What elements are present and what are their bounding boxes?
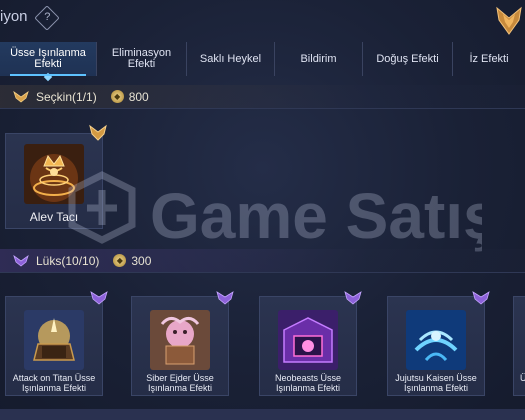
tab-teleport-effect[interactable]: Üsse Işınlanma Efekti [0, 42, 97, 76]
effect-name-line: Jujutsu Kaisen Üsse [395, 373, 477, 383]
tab-hidden-statue[interactable]: Saklı Heykel [187, 42, 275, 76]
rank-corner-icon [216, 291, 234, 305]
cyber-dragon-image [150, 310, 210, 370]
tab-label: Bildirim [300, 52, 337, 65]
section-label: Seçkin(1/1) [36, 89, 97, 104]
coin-icon: ◆ [113, 254, 127, 267]
tab-label: Doğuş Efekti [376, 52, 439, 65]
effect-card-partial[interactable]: Ü [513, 296, 525, 396]
effect-name-line: Ü [520, 373, 525, 383]
effect-name-line: Attack on Titan Üsse [12, 373, 96, 383]
tab-spawn-effect[interactable]: Doğuş Efekti [363, 42, 453, 76]
effect-card[interactable]: Attack on Titan Üsse Işınlanma Efekti [5, 291, 108, 396]
rank-corner-icon [89, 124, 107, 141]
tab-label: Efekti [34, 58, 62, 70]
section-label: Lüks(10/10) [36, 253, 100, 268]
tab-trail-effect[interactable]: İz Efekti [453, 42, 525, 76]
effect-card[interactable]: Siber Ejder Üsse Işınlanma Efekti [131, 291, 234, 396]
game-screen: iyon ? Üsse Işınlanma Efekti Eliminasyon E… [0, 0, 525, 420]
section-cost: 300 [131, 253, 152, 268]
effect-name: Neobeasts Üsse Işınlanma Efekti [260, 373, 356, 393]
attack-on-titan-image [24, 310, 84, 370]
watermark-logo: Game Satış [68, 171, 482, 252]
bottom-bar [0, 409, 525, 420]
section-header-lux: Lüks(10/10) ◆ 300 [0, 249, 525, 273]
watermark-text: Game Satış [150, 180, 482, 252]
effect-name: Jujutsu Kaisen Üsse Işınlanma Efekti [388, 373, 484, 393]
rank-corner-icon [472, 291, 490, 305]
tab-notification[interactable]: Bildirim [275, 42, 363, 76]
rank-corner-icon [344, 291, 362, 305]
gold-rank-icon [13, 90, 29, 103]
rank-corner-icon [90, 291, 108, 305]
neobeasts-image [278, 310, 338, 370]
effect-name-line: Işınlanma Efekti [403, 383, 469, 393]
tab-elimination-effect[interactable]: Eliminasyon Efekti [97, 42, 187, 76]
effect-name-line: Neobeasts Üsse [274, 373, 342, 383]
tab-label: Saklı Heykel [199, 52, 262, 65]
tab-bar: Üsse Işınlanma Efekti Eliminasyon Efekti S… [0, 42, 525, 76]
question-icon[interactable]: ? [34, 5, 60, 31]
effect-name: Attack on Titan Üsse Işınlanma Efekti [6, 373, 102, 393]
section-cost: 800 [128, 89, 149, 104]
tab-label: İz Efekti [469, 52, 509, 65]
effect-name: Siber Ejder Üsse Işınlanma Efekti [132, 373, 228, 393]
effect-card[interactable]: Neobeasts Üsse Işınlanma Efekti [259, 291, 362, 396]
jujutsu-kaisen-image [406, 310, 466, 370]
tab-label: Efekti [127, 58, 156, 70]
effect-name-line: Işınlanma Efekti [147, 383, 213, 393]
purple-rank-icon [13, 254, 29, 267]
effect-card[interactable]: Jujutsu Kaisen Üsse Işınlanma Efekti [387, 291, 490, 396]
rank-emblem-icon[interactable] [495, 4, 523, 40]
section-header-secret: Seçkin(1/1) ◆ 800 [0, 85, 525, 109]
effect-name-line: Siber Ejder Üsse [146, 373, 214, 383]
coin-icon: ◆ [110, 90, 124, 103]
page-title: iyon [0, 8, 28, 25]
effect-name-line: Işınlanma Efekti [21, 383, 87, 393]
effect-name-line: Işınlanma Efekti [275, 383, 341, 393]
